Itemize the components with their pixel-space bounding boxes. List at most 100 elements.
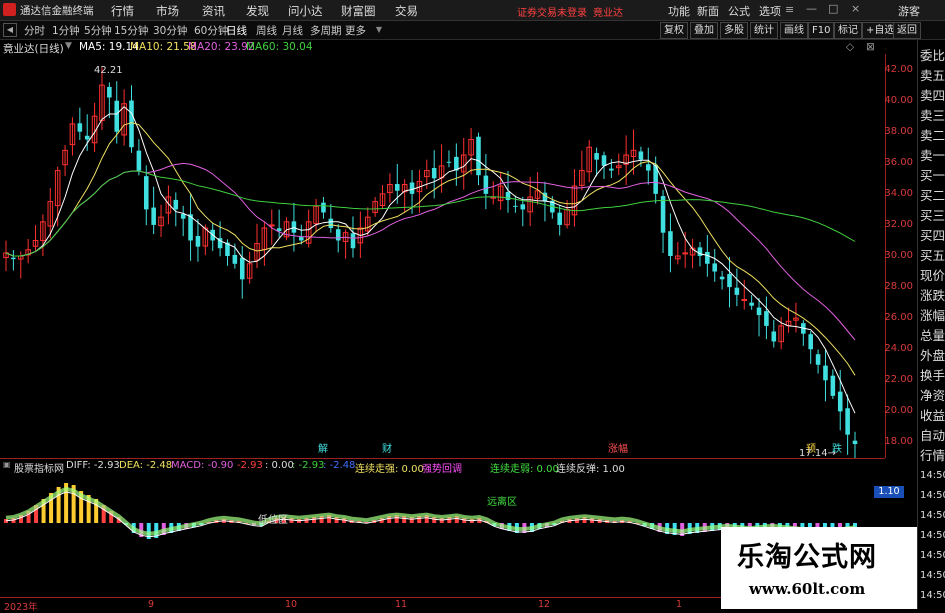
indicator-legend-bar: ▣ 股票指标网 DIFF: -2.93 DEA: -2.48 MACD: -0.… [0,459,900,475]
right-menu-item-1[interactable]: 新面 [697,3,719,19]
price-tick: 30.00 [884,250,913,261]
indicator-menu-icon[interactable]: ▣ [3,460,11,469]
title-bar: 通达信金融终端 行情 市场 资讯 发现 问小达 财富圈 交易 证券交易未登录 竟业达 功能新… [0,0,945,21]
menu-toggle-icon[interactable]: ≡ [785,3,794,16]
side-panel-item[interactable]: 换手 [920,365,945,384]
period-tab-2[interactable]: 5分钟 [84,23,112,38]
candle-body [756,307,762,316]
maximize-icon[interactable]: □ [828,2,838,15]
right-menu-item-0[interactable]: 功能 [668,3,690,19]
period-tab-9[interactable]: 多周期 [310,23,342,38]
right-menu-item-3[interactable]: 选项 [759,3,781,19]
menu-item-0[interactable]: 行情 [111,3,134,19]
period-tab-5[interactable]: 60分钟 [194,23,228,38]
side-panel-item[interactable]: 买五 [920,245,945,264]
price-chart[interactable]: 42.21 17.14→ 解 财 涨幅 预 跌 [0,54,886,458]
side-panel-item[interactable]: 卖二 [920,125,945,144]
tool-button-1[interactable]: 叠加 [690,22,718,39]
side-panel-item[interactable]: 自动 [920,425,945,444]
minimize-icon[interactable]: — [806,2,817,15]
side-panel-item[interactable]: 现价 [920,265,945,284]
side-panel-item[interactable]: 卖三 [920,105,945,124]
candle-body [771,331,777,342]
candle-body [239,257,245,280]
tool-button-0[interactable]: 复权 [660,22,688,39]
period-tab-10[interactable]: 更多 [345,23,366,38]
side-panel-item[interactable]: 14:50 [920,550,945,561]
date-label: 10 [285,599,298,610]
tool-button-2[interactable]: 多股 [720,22,748,39]
side-panel-item[interactable]: 买二 [920,185,945,204]
side-panel-item[interactable]: 外盘 [920,345,945,364]
side-panel-item[interactable]: 卖四 [920,85,945,104]
candle-body [232,254,238,264]
side-panel-item[interactable]: 14:50 [920,590,945,601]
period-tab-0[interactable]: 分时 [24,23,45,38]
price-tick: 26.00 [884,312,913,324]
side-panel-item[interactable]: 总量 [920,325,945,344]
tool-button-6[interactable]: 标记 [834,22,862,39]
period-tab-4[interactable]: 30分钟 [153,23,187,38]
menu-item-1[interactable]: 市场 [156,3,179,19]
side-panel-item[interactable]: 买四 [920,225,945,244]
tool-button-8[interactable]: 返回 [893,22,921,39]
candle-body [321,202,326,213]
price-axis: 42.00 40.00 38.00 36.00 34.00 32.00 30.00 28.00… [884,54,915,458]
candle-body [268,224,275,227]
tool-button-5[interactable]: F10 [808,22,835,39]
period-tab-8[interactable]: 月线 [282,23,303,38]
candle-body [173,199,179,210]
date-label: 12 [538,599,551,610]
menu-item-4[interactable]: 问小达 [288,3,323,19]
side-panel-item[interactable]: 14:50 [920,470,945,481]
side-panel-item[interactable]: 收益 [920,405,945,424]
side-panel-item[interactable]: 14:50 [920,530,945,541]
side-panel-item[interactable]: 涨幅 [920,305,945,324]
settings-triangle-icon[interactable]: ▼ [65,41,72,51]
side-panel-item[interactable]: 买一 [920,165,945,184]
period-tab-7[interactable]: 周线 [256,23,277,38]
menu-item-6[interactable]: 交易 [395,3,418,19]
side-panel-item[interactable]: 14:50 [920,510,945,521]
current-stock-link[interactable]: 竟业达 [593,4,623,19]
chart-close-icon[interactable]: ⊠ [866,41,875,53]
period-tab-1[interactable]: 1分钟 [52,23,80,38]
price-tick: 32.00 [884,218,913,230]
login-warning[interactable]: 证券交易未登录 [517,4,587,19]
menu-item-3[interactable]: 发现 [246,3,269,19]
date-label: 11 [395,599,408,610]
side-panel-item[interactable]: 净资 [920,385,945,404]
side-panel-item[interactable]: 卖一 [920,145,945,164]
side-panel-item[interactable]: 委比 [920,45,945,64]
candle-body [808,334,813,350]
side-panel-item[interactable]: 涨跌 [920,285,945,304]
price-tick: 18.00 [884,436,913,448]
dropdown-chevron-icon[interactable]: ▼ [373,24,385,36]
side-panel-item[interactable]: 14:50 [920,570,945,581]
side-panel-item[interactable]: 行情 [920,445,945,464]
candle-body [697,247,703,256]
period-tab-6[interactable]: 日线 [226,23,247,38]
right-menu-item-4[interactable]: 游客 [898,3,920,19]
candle-body [195,235,201,247]
side-panel-item[interactable]: 买三 [920,205,945,224]
side-panel-item[interactable]: 卖五 [920,65,945,84]
close-icon[interactable]: × [851,2,860,15]
candle-body [520,204,526,210]
period-tab-3[interactable]: 15分钟 [114,23,148,38]
nav-back-icon[interactable]: ◀ [3,23,17,37]
candle-body [299,237,304,241]
menu-item-2[interactable]: 资讯 [202,3,225,19]
tool-button-3[interactable]: 统计 [750,22,778,39]
price-tick: 36.00 [884,156,913,168]
price-tick: 40.00 [884,94,913,106]
tool-button-4[interactable]: 画线 [780,22,808,39]
menu-item-5[interactable]: 财富圈 [341,3,376,19]
candle-body [823,365,828,381]
side-panel-item[interactable]: 14:50 [920,490,945,501]
app-logo-icon [3,3,16,16]
right-menu-item-2[interactable]: 公式 [728,3,750,19]
dea-value: DEA: -2.48 [119,460,173,471]
diff-value: DIFF: -2.93 [66,460,120,471]
chart-settings-icon[interactable]: ◇ [846,41,854,53]
